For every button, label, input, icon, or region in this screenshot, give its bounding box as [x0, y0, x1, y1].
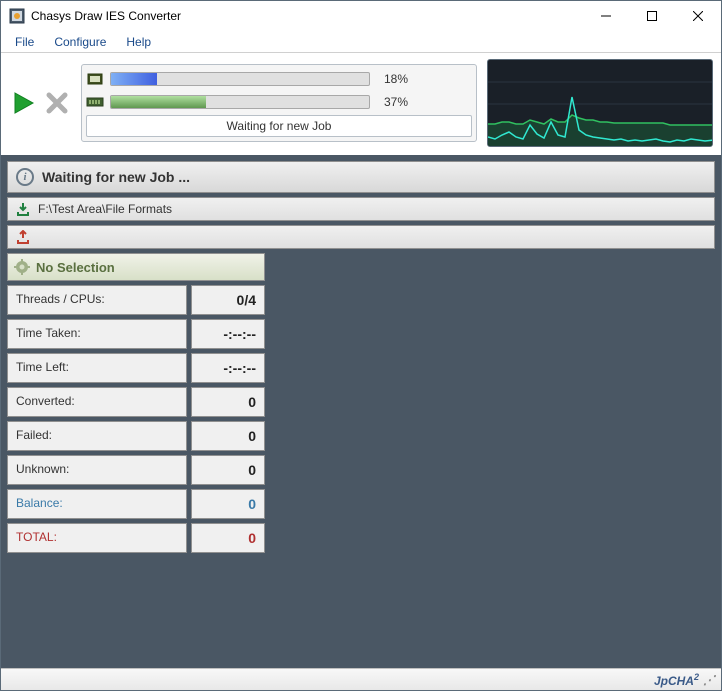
- stat-left-value: -:--:--: [191, 353, 265, 383]
- stat-total-label: TOTAL:: [7, 523, 187, 553]
- stat-taken: Time Taken: -:--:--: [7, 319, 265, 349]
- input-path-row[interactable]: F:\Test Area\File Formats: [7, 197, 715, 221]
- gear-icon: [14, 259, 30, 275]
- stat-balance-value: 0: [191, 489, 265, 519]
- preview-panel: [271, 253, 715, 662]
- mem-percent: 37%: [384, 95, 408, 109]
- info-icon: i: [16, 168, 34, 186]
- minimize-button[interactable]: [583, 1, 629, 31]
- status-header: i Waiting for new Job ...: [7, 161, 715, 193]
- resize-grip[interactable]: ⋰: [703, 673, 715, 687]
- stats-panel: No Selection Threads / CPUs: 0/4 Time Ta…: [7, 253, 265, 662]
- menu-help[interactable]: Help: [116, 33, 161, 51]
- stat-threads-label: Threads / CPUs:: [7, 285, 187, 315]
- brand: JpCHA2: [654, 672, 699, 688]
- memory-icon: [86, 95, 104, 109]
- close-button[interactable]: [675, 1, 721, 31]
- stat-failed: Failed: 0: [7, 421, 265, 451]
- app-icon: [9, 8, 25, 24]
- stat-balance: Balance: 0: [7, 489, 265, 519]
- menu-configure[interactable]: Configure: [44, 33, 116, 51]
- menubar: File Configure Help: [1, 31, 721, 53]
- maximize-button[interactable]: [629, 1, 675, 31]
- stop-button[interactable]: [43, 89, 71, 117]
- stat-converted-value: 0: [191, 387, 265, 417]
- stat-total: TOTAL: 0: [7, 523, 265, 553]
- stat-failed-label: Failed:: [7, 421, 187, 451]
- cpu-progress: [110, 72, 370, 86]
- content-row: No Selection Threads / CPUs: 0/4 Time Ta…: [7, 253, 715, 662]
- stat-unknown: Unknown: 0: [7, 455, 265, 485]
- upload-icon: [16, 230, 30, 244]
- mem-progress: [110, 95, 370, 109]
- cpu-icon: [86, 72, 104, 86]
- input-path: F:\Test Area\File Formats: [38, 202, 172, 216]
- titlebar: Chasys Draw IES Converter: [1, 1, 721, 31]
- stat-converted: Converted: 0: [7, 387, 265, 417]
- stat-threads-value: 0/4: [191, 285, 265, 315]
- download-icon: [16, 202, 30, 216]
- perf-graph: [487, 59, 713, 147]
- stat-taken-label: Time Taken:: [7, 319, 187, 349]
- stat-unknown-label: Unknown:: [7, 455, 187, 485]
- stat-balance-label: Balance:: [7, 489, 187, 519]
- stat-left-label: Time Left:: [7, 353, 187, 383]
- stat-converted-label: Converted:: [7, 387, 187, 417]
- play-button[interactable]: [9, 89, 37, 117]
- main-area: i Waiting for new Job ... F:\Test Area\F…: [1, 155, 721, 668]
- stat-left: Time Left: -:--:--: [7, 353, 265, 383]
- footer: JpCHA2 ⋰: [1, 668, 721, 690]
- cpu-row: 18%: [86, 69, 472, 89]
- controls: [9, 89, 71, 117]
- top-panel: 18% 37% Waiting for new Job: [1, 53, 721, 155]
- stat-unknown-value: 0: [191, 455, 265, 485]
- window-title: Chasys Draw IES Converter: [31, 9, 583, 23]
- cpu-percent: 18%: [384, 72, 408, 86]
- stat-taken-value: -:--:--: [191, 319, 265, 349]
- mem-row: 37%: [86, 92, 472, 112]
- status-header-text: Waiting for new Job ...: [42, 169, 190, 185]
- menu-file[interactable]: File: [5, 33, 44, 51]
- selection-header-text: No Selection: [36, 260, 115, 275]
- stat-total-value: 0: [191, 523, 265, 553]
- job-status: Waiting for new Job: [86, 115, 472, 137]
- selection-header: No Selection: [7, 253, 265, 281]
- stat-threads: Threads / CPUs: 0/4: [7, 285, 265, 315]
- progress-area: 18% 37% Waiting for new Job: [81, 64, 477, 142]
- stat-failed-value: 0: [191, 421, 265, 451]
- output-path-row[interactable]: [7, 225, 715, 249]
